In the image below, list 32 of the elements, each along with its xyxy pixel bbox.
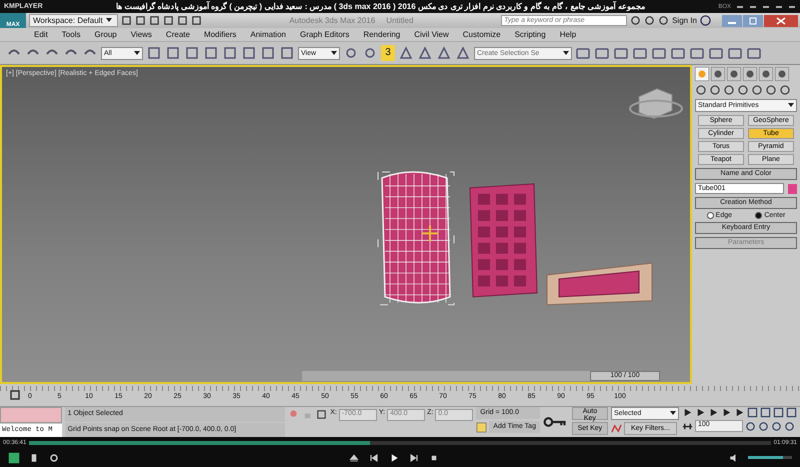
workspace-dropdown[interactable]: Workspace: Default bbox=[29, 14, 118, 27]
caret-icon bbox=[331, 50, 337, 54]
sign-in-link[interactable]: Sign In bbox=[672, 16, 697, 25]
track-bar-icon[interactable] bbox=[9, 389, 21, 401]
caret-icon bbox=[134, 50, 140, 54]
caret-icon bbox=[106, 18, 112, 22]
seek-bar[interactable] bbox=[29, 440, 771, 444]
window-title: Autodesk 3ds Max 2016 Untitled bbox=[288, 16, 414, 25]
menu-item[interactable]: Animation bbox=[250, 30, 286, 39]
menu-item[interactable]: Rendering bbox=[363, 30, 400, 39]
menu-item[interactable]: Civil View bbox=[414, 30, 449, 39]
previous-icon[interactable] bbox=[368, 452, 380, 464]
snap-toggle[interactable]: 3 bbox=[381, 45, 395, 61]
next-icon[interactable] bbox=[408, 452, 420, 464]
menu-item[interactable]: Graph Editors bbox=[300, 30, 350, 39]
menu-item[interactable]: Modifiers bbox=[204, 30, 236, 39]
video-title: مجموعه آموزشی جامع ، گام به گام و کاربردی نرم افزار تری دی مکس 2016 ( 3ds max 2016 ) مدرس : سعید فدایی ( تیچرمن ) گروه آموزشی پادشاه گرافیست ها bbox=[115, 2, 646, 11]
menu-item[interactable]: Tools bbox=[62, 30, 80, 39]
menu-item[interactable]: Edit bbox=[34, 30, 48, 39]
menu-item[interactable]: Group bbox=[94, 30, 117, 39]
menu-item[interactable]: Create bbox=[166, 30, 190, 39]
menu-item[interactable]: Help bbox=[560, 30, 576, 39]
menu-item[interactable]: Views bbox=[130, 30, 152, 39]
volume-slider[interactable] bbox=[748, 456, 792, 459]
eject-icon[interactable] bbox=[348, 452, 360, 464]
viewcube-icon[interactable] bbox=[629, 88, 683, 120]
object-color-swatch[interactable] bbox=[788, 184, 797, 194]
caret-icon bbox=[670, 411, 676, 415]
caret-icon bbox=[788, 103, 794, 107]
caret-icon bbox=[563, 50, 569, 54]
menu-item[interactable]: Customize bbox=[462, 30, 501, 39]
menu-item[interactable]: Scripting bbox=[514, 30, 546, 39]
